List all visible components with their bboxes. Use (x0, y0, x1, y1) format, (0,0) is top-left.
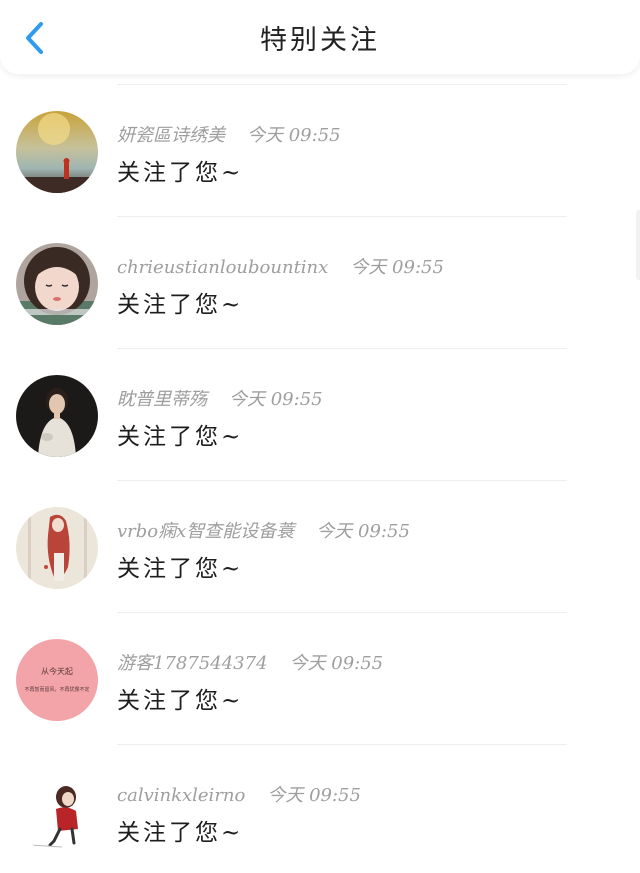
user-name[interactable]: 眈普里蒂殇 (117, 389, 207, 410)
avatar[interactable] (16, 771, 98, 853)
action-text: 关注了您~ (117, 688, 244, 714)
item-meta: vrbo痫x智查能设备蓑 今天 09:55 (117, 517, 410, 543)
list-item[interactable]: calvinkxleirno 今天 09:55 关注了您~ (0, 745, 640, 873)
avatar[interactable] (16, 375, 98, 457)
notification-list: 妍瓷區诗绣美 今天 09:55 关注了您~ chrieustianlouboun… (0, 84, 640, 873)
timestamp: 今天 09:55 (267, 785, 361, 806)
action-text: 关注了您~ (117, 424, 244, 450)
list-item[interactable]: 妍瓷區诗绣美 今天 09:55 关注了您~ (0, 85, 640, 216)
item-meta: 妍瓷區诗绣美 今天 09:55 (117, 121, 341, 147)
page-title: 特别关注 (260, 25, 380, 56)
avatar[interactable] (16, 111, 98, 193)
action-text: 关注了您~ (117, 160, 244, 186)
item-meta: chrieustianloubountinx 今天 09:55 (117, 253, 444, 279)
avatar-red-hair-girl-image (16, 507, 98, 589)
list-item[interactable]: chrieustianloubountinx 今天 09:55 关注了您~ (0, 217, 640, 348)
list-item[interactable]: vrbo痫x智查能设备蓑 今天 09:55 关注了您~ (0, 481, 640, 612)
list-item[interactable]: 眈普里蒂殇 今天 09:55 关注了您~ (0, 349, 640, 480)
timestamp: 今天 09:55 (247, 125, 341, 146)
timestamp: 今天 09:55 (289, 653, 384, 674)
avatar-text-line-1: 从今天起 (41, 666, 73, 676)
user-name[interactable]: calvinkxleirno (117, 785, 245, 806)
avatar[interactable] (16, 507, 98, 589)
avatar-quote-card-image: 从今天起 不再暂而留风，不再犹豫不定 (16, 639, 98, 721)
action-text: 关注了您~ (117, 820, 244, 846)
user-name[interactable]: chrieustianloubountinx (117, 257, 328, 278)
list-item[interactable]: 从今天起 不再暂而留风，不再犹豫不定 游客1787544374 今天 09:55 … (0, 613, 640, 744)
avatar-text-line-2: 不再暂而留风，不再犹豫不定 (24, 686, 89, 693)
screen: 特别关注 妍瓷區诗绣美 今天 09:55 关注了您~ chrieustianlo… (0, 0, 640, 873)
item-meta: 游客1787544374 今天 09:55 (117, 649, 383, 675)
timestamp: 今天 09:55 (350, 257, 444, 278)
item-meta: calvinkxleirno 今天 09:55 (117, 781, 361, 807)
avatar-girl-portrait-image (16, 243, 98, 325)
avatar-woman-qipao-image (16, 375, 98, 457)
item-meta: 眈普里蒂殇 今天 09:55 (117, 385, 323, 411)
avatar[interactable]: 从今天起 不再暂而留风，不再犹豫不定 (16, 639, 98, 721)
user-name[interactable]: 游客1787544374 (117, 653, 268, 674)
user-name[interactable]: vrbo痫x智查能设备蓑 (117, 521, 294, 542)
timestamp: 今天 09:55 (229, 389, 323, 410)
user-name[interactable]: 妍瓷區诗绣美 (117, 125, 225, 146)
avatar-sketch-girl-image (16, 771, 98, 853)
avatar[interactable] (16, 243, 98, 325)
top-bar: 特别关注 (0, 0, 640, 74)
timestamp: 今天 09:55 (316, 521, 410, 542)
action-text: 关注了您~ (117, 556, 244, 582)
action-text: 关注了您~ (117, 292, 244, 318)
avatar-sunset-image (16, 111, 98, 193)
